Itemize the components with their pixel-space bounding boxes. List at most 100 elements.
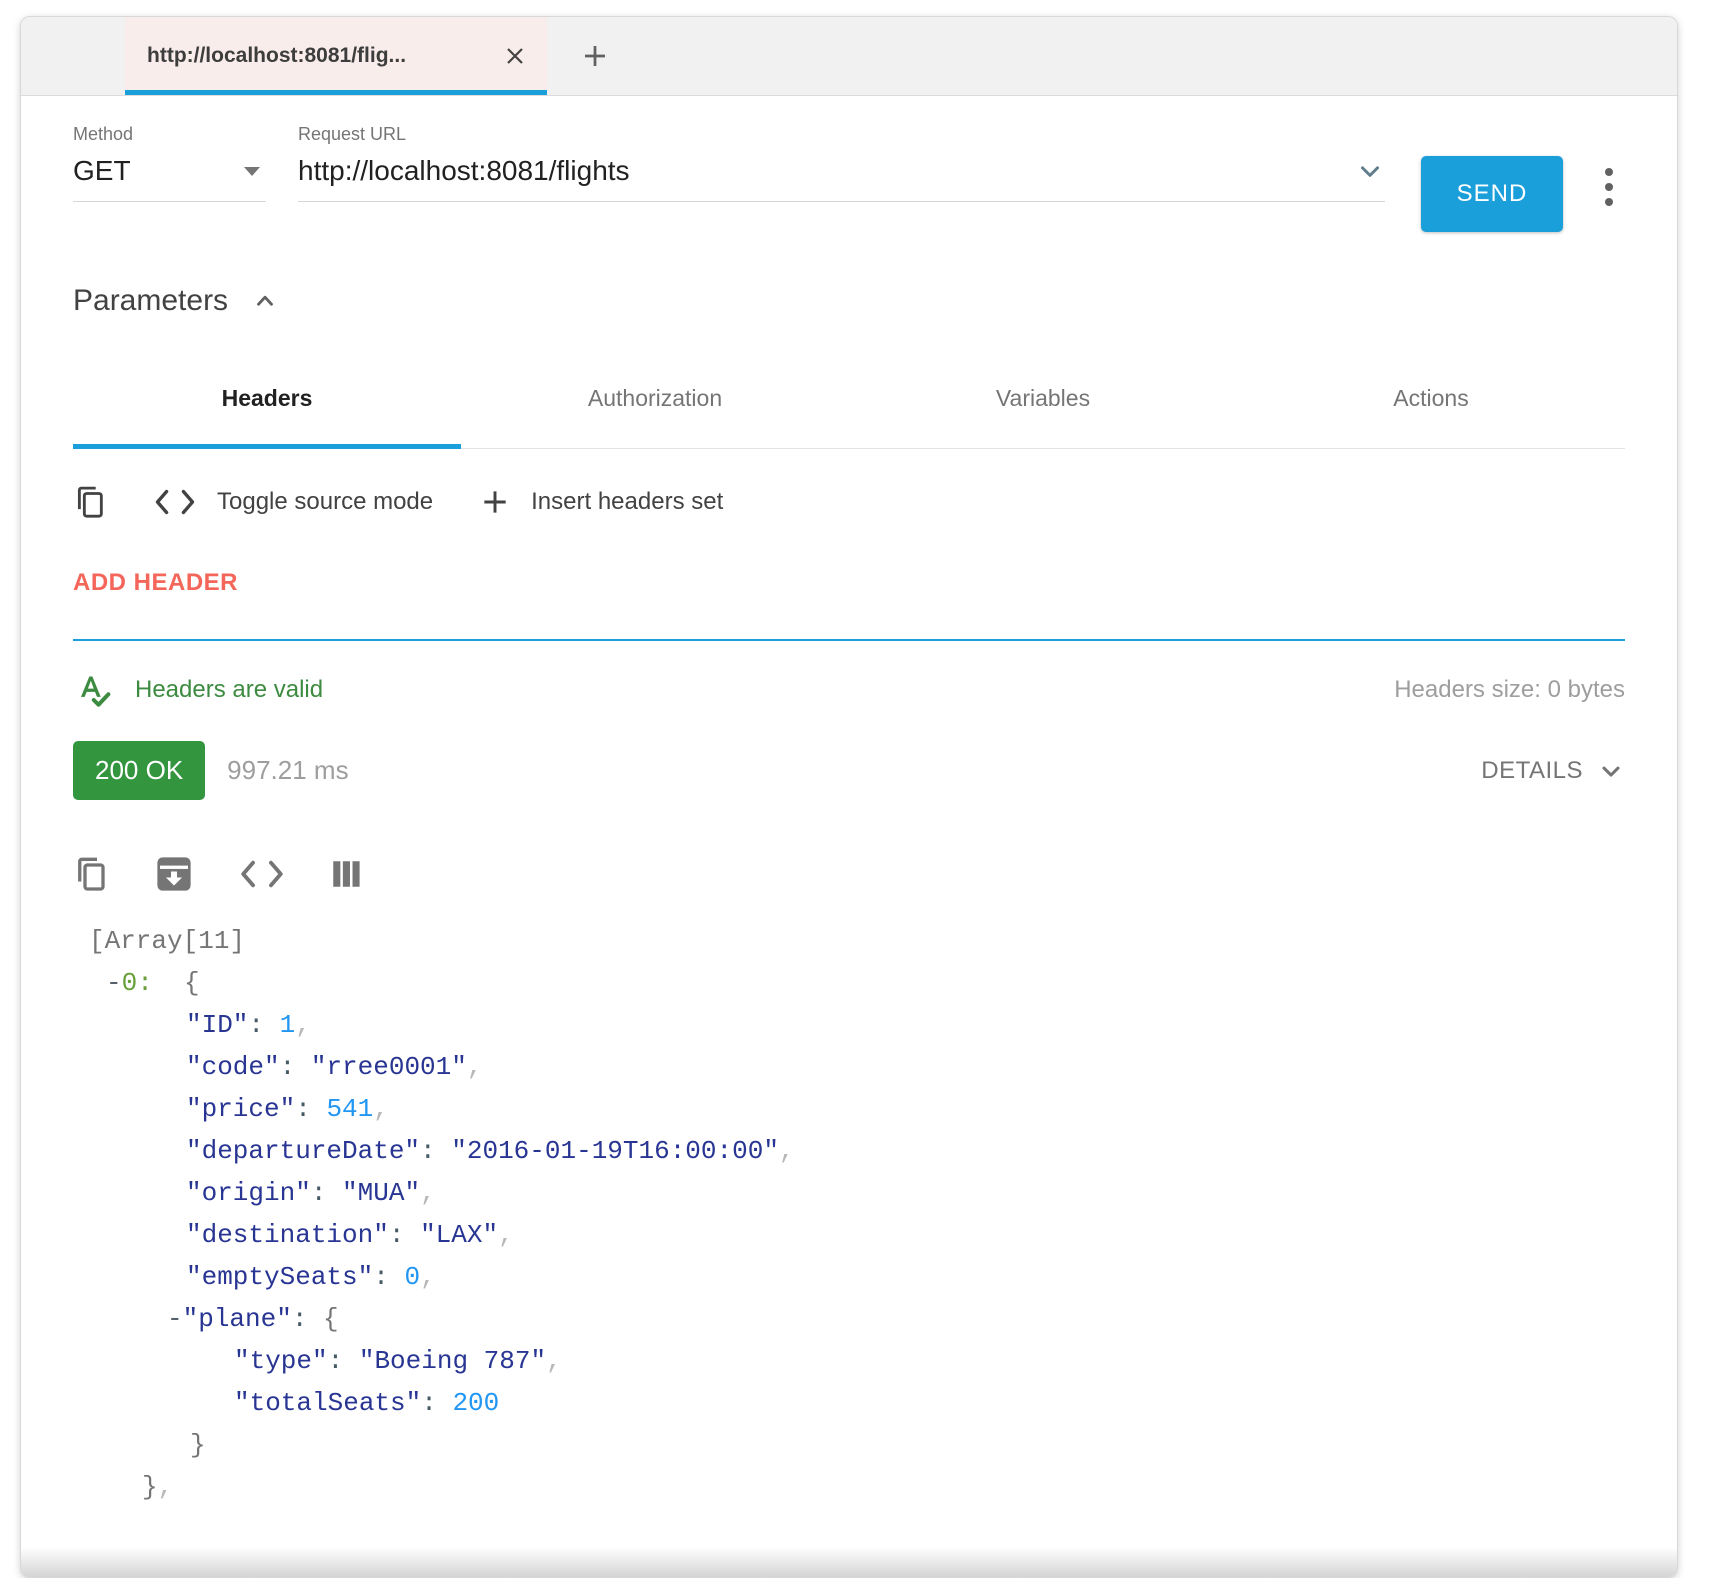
tab-actions[interactable]: Actions <box>1237 348 1625 448</box>
json-line: "emptySeats": 0, <box>89 1256 1625 1298</box>
json-token-com: , <box>295 1010 311 1040</box>
request-editor: Method GET Request URL http://localhost:… <box>73 124 1625 232</box>
json-line: } <box>89 1424 1625 1466</box>
toggle-source-mode-button[interactable]: Toggle source mode <box>217 488 433 516</box>
tab-variables[interactable]: Variables <box>849 348 1237 448</box>
url-label: Request URL <box>298 124 1385 145</box>
response-status-row: 200 OK 997.21 ms DETAILS <box>73 741 1625 800</box>
url-value: http://localhost:8081/flights <box>298 155 630 187</box>
json-token-col: : <box>295 1094 326 1124</box>
app-window: http://localhost:8081/flig... Method GET… <box>20 16 1678 1578</box>
json-token-key: "ID" <box>186 1010 248 1040</box>
json-token-num: 0 <box>404 1262 420 1292</box>
json-token-com: , <box>420 1262 436 1292</box>
new-tab-button[interactable] <box>547 17 643 95</box>
table-columns-icon[interactable] <box>329 857 363 891</box>
json-token-key: "code" <box>186 1052 280 1082</box>
plus-icon[interactable] <box>479 486 511 518</box>
parameters-title: Parameters <box>73 284 228 318</box>
json-token-key: "origin" <box>186 1178 311 1208</box>
window-bottom-fade <box>21 1547 1677 1577</box>
code-icon[interactable] <box>239 859 285 889</box>
tab-authorization[interactable]: Authorization <box>461 348 849 448</box>
json-token-key: "destination" <box>186 1220 389 1250</box>
json-token-str: "Boeing 787" <box>359 1346 546 1376</box>
json-line: "destination": "LAX", <box>89 1214 1625 1256</box>
save-icon[interactable] <box>153 853 195 895</box>
copy-icon[interactable] <box>73 483 107 521</box>
tab-bar-spacer <box>21 17 125 95</box>
response-time: 997.21 ms <box>227 755 348 786</box>
close-icon[interactable] <box>503 44 527 68</box>
json-token-pun: } <box>142 1472 158 1502</box>
json-line: "code": "rree0001", <box>89 1046 1625 1088</box>
json-token-com: , <box>779 1136 795 1166</box>
json-token-com: , <box>546 1346 562 1376</box>
request-tab-label: http://localhost:8081/flig... <box>147 44 489 68</box>
url-input[interactable]: Request URL http://localhost:8081/flight… <box>298 124 1385 202</box>
json-line: -"plane": { <box>89 1298 1625 1340</box>
parameters-tabs: Headers Authorization Variables Actions <box>73 348 1625 449</box>
parameters-header[interactable]: Parameters <box>73 284 1625 318</box>
json-token-idx: 0: <box>122 968 153 998</box>
chevron-up-icon <box>252 288 278 314</box>
tab-bar: http://localhost:8081/flig... <box>21 17 1677 96</box>
json-token-num: 541 <box>326 1094 373 1124</box>
json-token-pun: { <box>323 1304 339 1334</box>
insert-headers-set-button[interactable]: Insert headers set <box>531 488 723 516</box>
plus-icon <box>580 41 610 71</box>
response-body: [Array[11]-0: {"ID": 1,"code": "rree0001… <box>73 920 1625 1508</box>
json-token-com: , <box>467 1052 483 1082</box>
method-label: Method <box>73 124 266 145</box>
json-line: "totalSeats": 200 <box>89 1382 1625 1424</box>
json-token-pun: } <box>190 1430 206 1460</box>
json-line: "price": 541, <box>89 1088 1625 1130</box>
json-token-str: "MUA" <box>342 1178 420 1208</box>
json-token-num: 1 <box>280 1010 296 1040</box>
add-header-button[interactable]: ADD HEADER <box>73 569 1625 597</box>
request-tab[interactable]: http://localhost:8081/flig... <box>125 17 547 95</box>
json-token-col: : <box>280 1052 311 1082</box>
details-button[interactable]: DETAILS <box>1481 757 1625 785</box>
details-label: DETAILS <box>1481 757 1583 785</box>
json-token-col: : <box>311 1178 342 1208</box>
json-line: [Array[11] <box>89 920 1625 962</box>
json-token-num: 200 <box>452 1388 499 1418</box>
headers-validation-row: Headers are valid Headers size: 0 bytes <box>73 655 1625 725</box>
json-token-pun: { <box>153 968 200 998</box>
json-token-col: : <box>328 1346 359 1376</box>
json-token-col: : <box>248 1010 279 1040</box>
json-collapse-toggle[interactable]: - <box>106 968 122 998</box>
json-token-str: "rree0001" <box>311 1052 467 1082</box>
tab-headers[interactable]: Headers <box>73 348 461 448</box>
json-line: "departureDate": "2016-01-19T16:00:00", <box>89 1130 1625 1172</box>
json-token-meta: [Array[11] <box>89 926 245 956</box>
response-toolbar <box>73 842 1625 906</box>
copy-icon[interactable] <box>73 854 109 894</box>
json-token-key: "departureDate" <box>186 1136 420 1166</box>
json-token-com: , <box>158 1472 174 1502</box>
status-badge: 200 OK <box>73 741 205 800</box>
headers-size: Headers size: 0 bytes <box>1394 676 1625 704</box>
method-value: GET <box>73 155 131 187</box>
headers-valid-message: Headers are valid <box>135 676 323 704</box>
json-token-com: , <box>420 1178 436 1208</box>
json-token-str: "2016-01-19T16:00:00" <box>451 1136 779 1166</box>
chevron-down-icon <box>1597 757 1625 785</box>
json-token-col: : <box>373 1262 404 1292</box>
chevron-down-icon[interactable] <box>1355 156 1385 186</box>
dropdown-triangle-icon <box>244 167 260 176</box>
send-button[interactable]: SEND <box>1421 156 1563 232</box>
json-token-com: , <box>373 1094 389 1124</box>
json-collapse-toggle[interactable]: - <box>167 1304 183 1334</box>
json-token-col: : <box>420 1136 451 1166</box>
json-token-key: "totalSeats" <box>234 1388 421 1418</box>
json-token-col: : <box>389 1220 420 1250</box>
spellcheck-icon <box>73 670 113 710</box>
headers-toolbar: Toggle source mode Insert headers set <box>73 473 1625 531</box>
method-select[interactable]: Method GET <box>73 124 266 202</box>
json-token-com: , <box>498 1220 514 1250</box>
code-icon[interactable] <box>153 488 197 516</box>
section-divider <box>73 639 1625 641</box>
kebab-menu-icon[interactable] <box>1593 168 1625 206</box>
